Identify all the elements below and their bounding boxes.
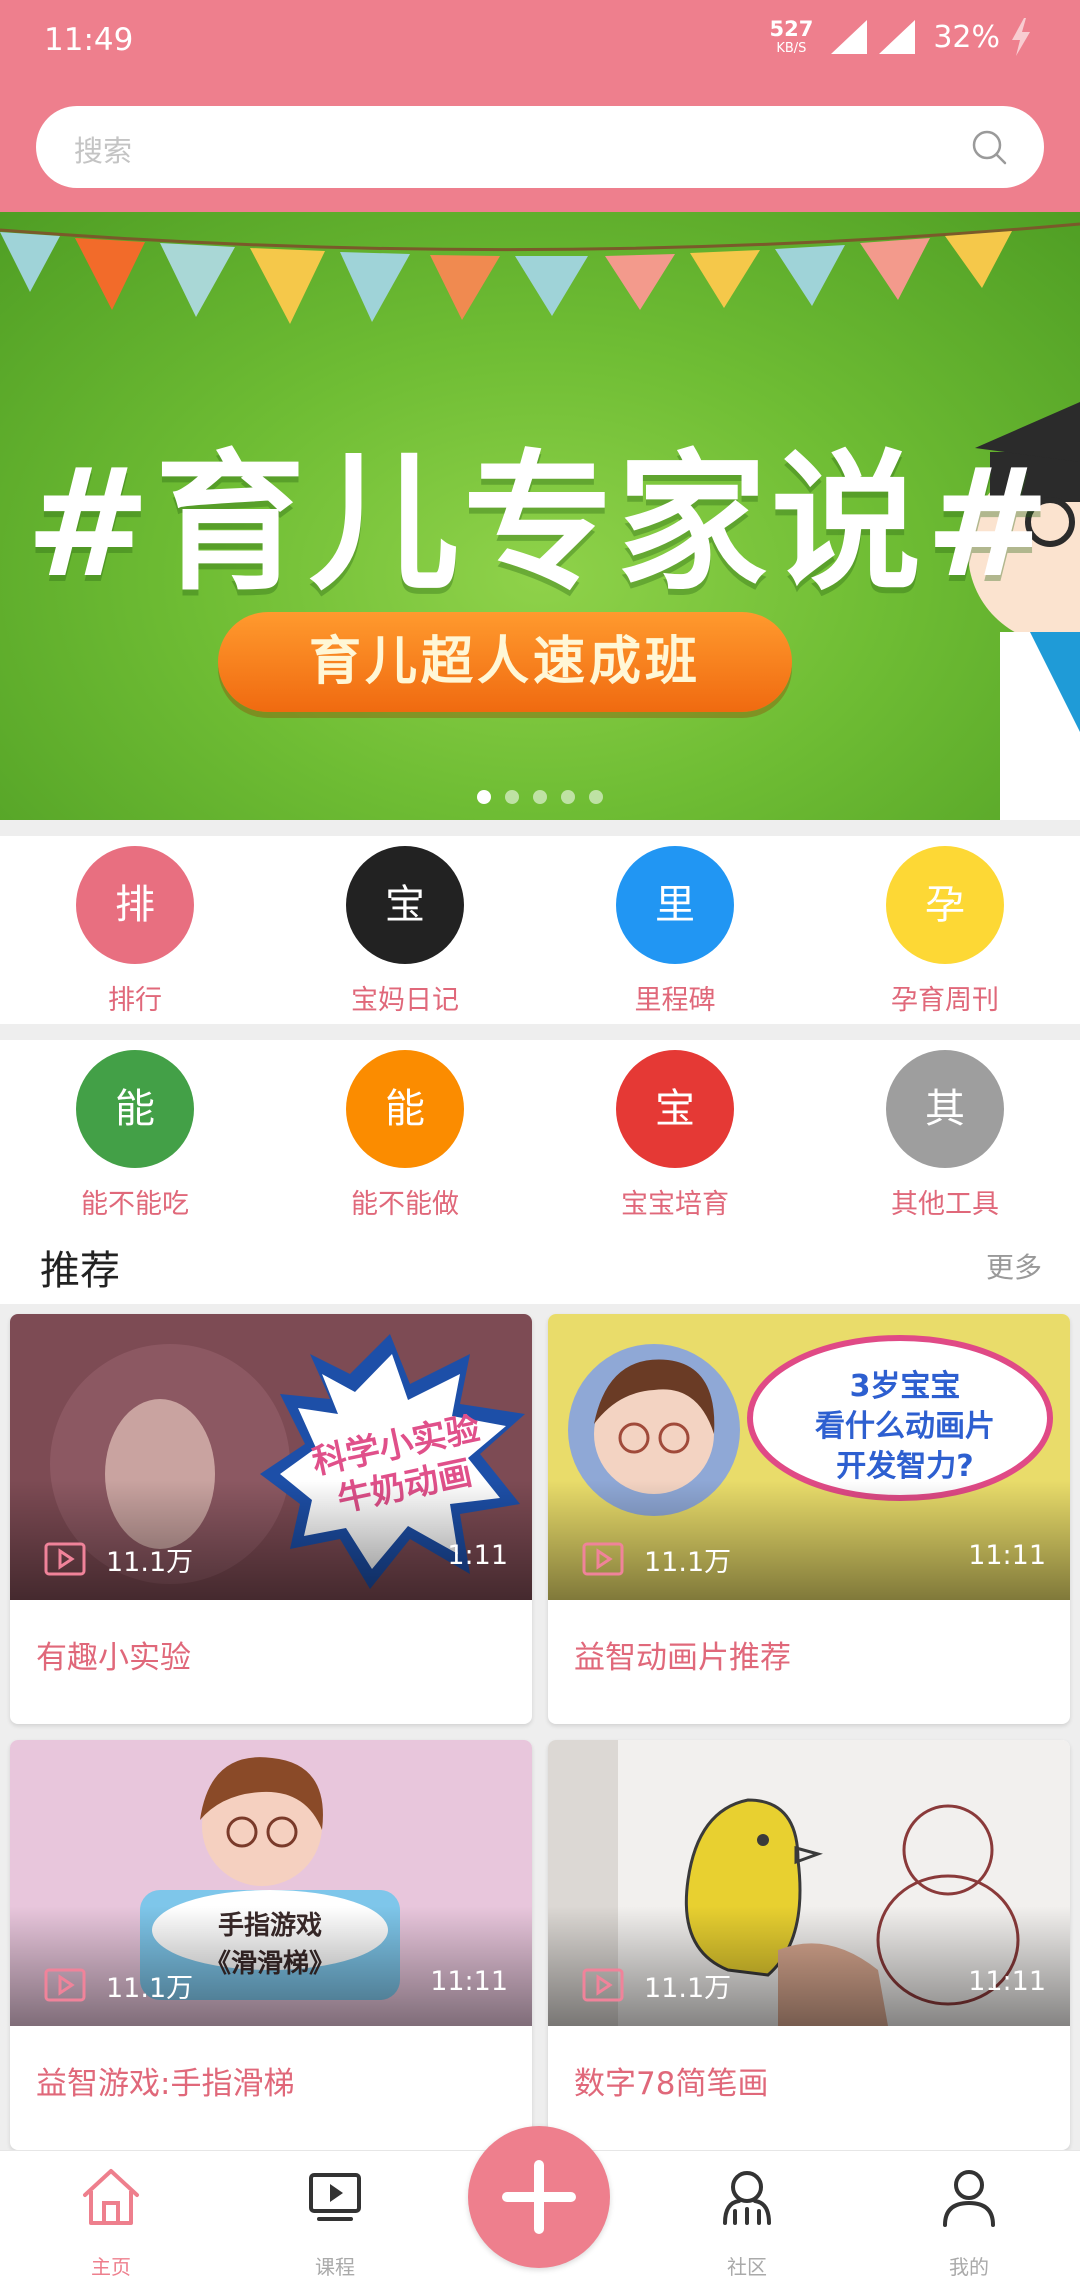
carousel-indicator (0, 790, 1080, 804)
banner-subtitle: 育儿超人速成班 (218, 612, 792, 712)
view-count: 11.1万 (644, 1547, 732, 1578)
video-duration: 11:11 (968, 1540, 1046, 1571)
carousel-dot[interactable] (477, 790, 491, 804)
video-title[interactable]: 数字78简笔画 (574, 2058, 768, 2103)
grid-label: 里程碑 (634, 985, 716, 1016)
network-speed-value: 527 (769, 17, 814, 41)
pregnancy-icon: 孕 (886, 846, 1004, 964)
quick-grid-row-1: 排 排行 宝 宝妈日记 里 里程碑 孕 孕育周刊 (0, 836, 1080, 1024)
plus-icon (502, 2160, 576, 2234)
divider (0, 820, 1080, 836)
grid-item-mom-diary[interactable]: 宝 宝妈日记 (270, 836, 540, 1024)
profile-icon (943, 2170, 995, 2227)
video-title[interactable]: 有趣小实验 (36, 1632, 191, 1677)
carousel-dot[interactable] (589, 790, 603, 804)
battery-percent: 32% (933, 19, 1000, 55)
grid-item-can-eat[interactable]: 能 能不能吃 (0, 1040, 270, 1228)
community-icon (723, 2171, 771, 2225)
video-duration: 11:11 (430, 1966, 508, 1997)
nav-label: 我的 (949, 2255, 989, 2279)
video-card[interactable]: 11.1万 11:11 数字78简笔画 (548, 1740, 1070, 2150)
network-speed: 527 KB/S (769, 17, 814, 56)
network-speed-unit: KB/S (776, 41, 807, 56)
grid-item-baby-care[interactable]: 宝 宝宝培育 (540, 1040, 810, 1228)
milestone-icon: 里 (616, 846, 734, 964)
nav-tab-community[interactable]: 社区 (672, 2151, 822, 2280)
nav-label: 课程 (315, 2255, 355, 2279)
grid-item-pregnancy-weekly[interactable]: 孕 孕育周刊 (810, 836, 1080, 1024)
video-thumbnail[interactable]: 手指游戏 《滑滑梯》 11.1万 11:11 (10, 1740, 532, 2026)
video-card[interactable]: 科学小实验 牛奶动画 11.1万 1:11 有趣小实验 (10, 1314, 532, 1724)
nav-label: 主页 (91, 2255, 131, 2279)
view-count: 11.1万 (106, 1547, 194, 1578)
search-bar[interactable]: 搜索 (36, 106, 1044, 188)
grid-item-ranking[interactable]: 排 排行 (0, 836, 270, 1024)
signal-icon (879, 20, 916, 54)
video-thumbnail[interactable]: 11.1万 11:11 (548, 1740, 1070, 2026)
can-do-icon: 能 (346, 1050, 464, 1168)
section-title: 推荐 (40, 1248, 120, 1294)
video-card[interactable]: 3岁宝宝 看什么动画片 开发智力? 11.1万 11:11 益智动画片推荐 (548, 1314, 1070, 1724)
search-input[interactable]: 搜索 (74, 128, 132, 170)
grid-label: 其他工具 (891, 1189, 999, 1220)
grid-label: 孕育周刊 (891, 985, 999, 1016)
more-link[interactable]: 更多 (986, 1246, 1042, 1286)
play-icon (582, 1968, 624, 2002)
status-time: 11:49 (44, 22, 134, 58)
nav-label: 社区 (727, 2255, 767, 2279)
grid-label: 能不能做 (351, 1189, 459, 1220)
video-thumbnail[interactable]: 科学小实验 牛奶动画 11.1万 1:11 (10, 1314, 532, 1600)
play-icon (44, 1968, 86, 2002)
video-title[interactable]: 益智动画片推荐 (574, 1632, 791, 1677)
view-count: 11.1万 (644, 1973, 732, 2004)
svg-text:3岁宝宝: 3岁宝宝 (850, 1369, 961, 1404)
nav-tab-courses[interactable]: 课程 (260, 2151, 410, 2280)
other-tools-icon: 其 (886, 1050, 1004, 1168)
grid-label: 宝妈日记 (351, 985, 459, 1016)
carousel-dot[interactable] (505, 790, 519, 804)
video-title[interactable]: 益智游戏:手指滑梯 (36, 2058, 294, 2103)
view-count: 11.1万 (106, 1973, 194, 2004)
status-indicators: 527 KB/S 32% (769, 18, 1032, 56)
diary-icon: 宝 (346, 846, 464, 964)
grid-item-milestone[interactable]: 里 里程碑 (540, 836, 810, 1024)
grid-item-can-do[interactable]: 能 能不能做 (270, 1040, 540, 1228)
add-button[interactable] (468, 2126, 610, 2268)
carousel-dot[interactable] (561, 790, 575, 804)
video-duration: 1:11 (447, 1540, 508, 1571)
charging-icon (1012, 18, 1030, 56)
video-card[interactable]: 手指游戏 《滑滑梯》 11.1万 11:11 益智游戏:手指滑梯 (10, 1740, 532, 2150)
quick-grid-row-2: 能 能不能吃 能 能不能做 宝 宝宝培育 其 其他工具 (0, 1040, 1080, 1228)
banner-title: #育儿专家说# (25, 437, 1055, 611)
search-icon[interactable] (970, 128, 1008, 166)
banner-carousel[interactable]: #育儿专家说# 育儿超人速成班 (0, 212, 1080, 820)
grid-label: 排行 (108, 985, 162, 1016)
recommend-list: 科学小实验 牛奶动画 11.1万 1:11 有趣小实验 (0, 1304, 1080, 2150)
recommend-header: 推荐 更多 (0, 1220, 1080, 1304)
nav-tab-home[interactable]: 主页 (36, 2151, 186, 2280)
can-eat-icon: 能 (76, 1050, 194, 1168)
ranking-icon: 排 (76, 846, 194, 964)
thumbnail-caption-art: 3岁宝宝 看什么动画片 开发智力? (815, 1369, 995, 1484)
grid-item-other-tools[interactable]: 其 其他工具 (810, 1040, 1080, 1228)
nav-tab-profile[interactable]: 我的 (894, 2151, 1044, 2280)
play-icon (582, 1542, 624, 1576)
grid-label: 能不能吃 (81, 1189, 189, 1220)
video-icon (309, 2173, 361, 2221)
status-bar: 11:49 527 KB/S 32% (0, 0, 1080, 84)
svg-text:开发智力?: 开发智力? (836, 1449, 973, 1484)
grid-label: 宝宝培育 (621, 1189, 729, 1220)
signal-icon (831, 20, 868, 54)
divider (0, 1024, 1080, 1040)
carousel-dot[interactable] (533, 790, 547, 804)
play-icon (44, 1542, 86, 1576)
baby-care-icon: 宝 (616, 1050, 734, 1168)
svg-text:看什么动画片: 看什么动画片 (815, 1409, 995, 1444)
home-icon (83, 2169, 139, 2225)
video-thumbnail[interactable]: 3岁宝宝 看什么动画片 开发智力? 11.1万 11:11 (548, 1314, 1070, 1600)
header: 11:49 527 KB/S 32% 搜索 (0, 0, 1080, 212)
video-duration: 11:11 (968, 1966, 1046, 1997)
